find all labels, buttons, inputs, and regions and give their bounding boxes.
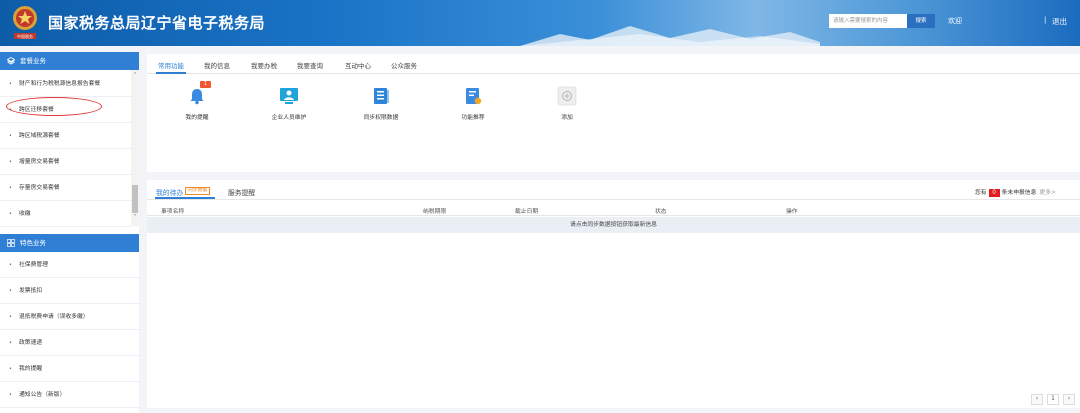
- pending-summary: 您有 0 条未申报信息 更多>: [975, 187, 1056, 197]
- add-icon: [557, 86, 577, 106]
- search-button[interactable]: 搜索: [907, 14, 935, 28]
- tab-divider: [147, 199, 1080, 200]
- function-recommend[interactable]: 功能推荐: [443, 86, 503, 121]
- sidebar-section-package[interactable]: 套餐业务: [0, 52, 139, 70]
- column-header: 事项名称: [161, 209, 185, 215]
- empty-state-row: 请点击同步数据按钮获取最新信息: [147, 217, 1080, 233]
- summary-prefix: 您有: [975, 190, 987, 196]
- function-staff-maintenance[interactable]: 企业人员维护: [259, 86, 319, 121]
- column-header: 纳税期限: [423, 209, 447, 215]
- summary-suffix: 条未申报信息: [1001, 190, 1037, 196]
- function-label: 企业人员维护: [271, 115, 307, 121]
- active-tab-indicator: [155, 197, 215, 199]
- tab-my-info[interactable]: 我的信息: [204, 60, 230, 70]
- logout-link[interactable]: 退出: [1052, 16, 1067, 27]
- sidebar: 套餐业务 财产和行为税税源信息报告套餐 跨区迁移套餐 跨区域税源套餐 增量房交易…: [0, 52, 139, 413]
- search-input[interactable]: 请输入需要搜索的内容: [829, 14, 907, 28]
- sidebar-item-my-reminders[interactable]: 我的提醒: [0, 356, 139, 382]
- tab-common-functions[interactable]: 常用功能: [158, 60, 184, 70]
- sidebar-item-social-security[interactable]: 社保费管理: [0, 252, 139, 278]
- tab-my-todo[interactable]: 我的待办: [156, 187, 183, 197]
- mountain-decoration: [520, 26, 820, 46]
- site-title: 国家税务总局辽宁省电子税务局: [48, 14, 266, 32]
- grid-icon: [7, 239, 15, 247]
- sync-data-icon: [374, 88, 389, 104]
- function-add[interactable]: 添加: [537, 86, 597, 121]
- function-sync-permissions[interactable]: 同步权限数据: [351, 86, 411, 121]
- header-separator: |: [1044, 16, 1047, 24]
- sidebar-item-tax-refund[interactable]: 退抵税费申请（误收多缴）: [0, 304, 139, 330]
- sidebar-section-title: 套餐业务: [20, 57, 46, 65]
- sidebar-item-new-house-trade[interactable]: 增量房交易套餐: [0, 149, 131, 175]
- package-icon: [7, 57, 15, 65]
- top-banner: 中国税务 国家税务总局辽宁省电子税务局 请输入需要搜索的内容 搜索 欢迎 | 退…: [0, 0, 1080, 46]
- function-label: 添加: [561, 115, 573, 121]
- column-header: 截止日期: [515, 209, 539, 215]
- function-label: 我的提醒: [185, 115, 209, 121]
- column-header: 状态: [655, 209, 667, 215]
- tab-query[interactable]: 我要查询: [297, 60, 323, 70]
- user-edit-icon: [280, 88, 298, 104]
- sidebar-item-cross-region-tax-source[interactable]: 跨区域税源套餐: [0, 123, 131, 149]
- pagination-page-button[interactable]: 1: [1047, 394, 1059, 405]
- sidebar-item-collection[interactable]: 收缴: [0, 201, 131, 227]
- todo-panel: 我的待办 同步数据 服务提醒 您有 0 条未申报信息 更多> 事项名称 纳税期限 截止…: [147, 180, 1080, 408]
- more-link[interactable]: 更多>: [1039, 190, 1055, 196]
- highlight-circle: [6, 97, 102, 116]
- tax-emblem-icon: 中国税务: [13, 6, 37, 39]
- tab-interaction-center[interactable]: 互动中心: [345, 60, 371, 70]
- welcome-text: 欢迎: [948, 17, 962, 25]
- tab-tax-handling[interactable]: 我要办税: [251, 60, 277, 70]
- sync-data-button[interactable]: 同步数据: [185, 187, 211, 195]
- pagination-prev-button[interactable]: ‹: [1031, 394, 1043, 405]
- active-tab-indicator: [156, 72, 186, 74]
- scrollbar-thumb[interactable]: [132, 185, 138, 213]
- column-header: 操作: [786, 209, 798, 215]
- table-header: 事项名称 纳税期限 截止日期 状态 操作: [147, 203, 1080, 216]
- pagination-next-button[interactable]: ›: [1063, 394, 1075, 405]
- sidebar-item-notices[interactable]: 通知公告（新版）: [0, 382, 139, 408]
- pending-count-badge: 0: [988, 189, 1000, 197]
- sidebar-item-policy-express[interactable]: 政策速递: [0, 330, 139, 356]
- common-functions-panel: 常用功能 我的信息 我要办税 我要查询 互动中心 公众服务 1 我的提醒 企业人…: [147, 54, 1080, 172]
- sidebar-section-featured[interactable]: 特色业务: [0, 234, 139, 252]
- scroll-up-icon[interactable]: ˄: [131, 72, 139, 79]
- sidebar-item-property-tax-report[interactable]: 财产和行为税税源信息报告套餐: [0, 71, 131, 97]
- reminder-badge: 1: [200, 81, 211, 88]
- tab-divider: [147, 73, 1080, 74]
- function-my-reminders[interactable]: 1 我的提醒: [167, 81, 227, 121]
- sidebar-item-invoice-deduction[interactable]: 发票抵扣: [0, 278, 139, 304]
- tab-service-reminders[interactable]: 服务提醒: [228, 187, 255, 197]
- function-label: 功能推荐: [461, 115, 485, 121]
- bell-icon: [190, 89, 204, 105]
- svg-text:中国税务: 中国税务: [17, 33, 33, 39]
- sidebar-section-title: 特色业务: [20, 239, 46, 247]
- function-label: 同步权限数据: [363, 115, 399, 121]
- tab-public-services[interactable]: 公众服务: [391, 60, 417, 70]
- recommend-icon: [466, 88, 482, 105]
- scroll-down-icon[interactable]: ˅: [131, 214, 139, 221]
- sidebar-item-existing-house-trade[interactable]: 存量房交易套餐: [0, 175, 131, 201]
